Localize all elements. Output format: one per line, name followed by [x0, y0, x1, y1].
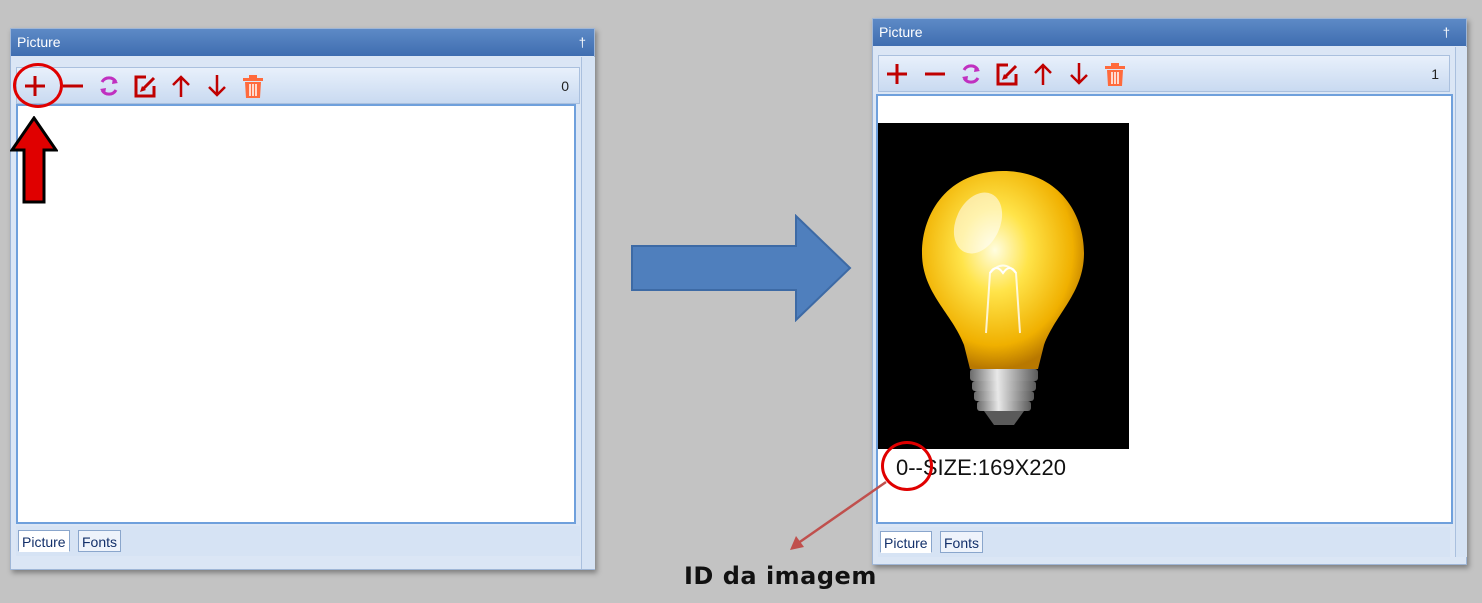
right-toolbar: 1: [878, 55, 1450, 92]
left-window-titlebar: Picture †: [11, 29, 594, 56]
light-bulb-icon: [922, 171, 1084, 425]
right-picture-window: Picture † 1 0--SIZE:169X220 Picture Font…: [872, 18, 1467, 565]
move-up-icon[interactable]: [169, 73, 193, 99]
left-window-title: Picture: [17, 34, 61, 50]
refresh-icon[interactable]: [97, 73, 121, 99]
move-down-icon[interactable]: [1067, 61, 1091, 87]
right-window-titlebar: Picture †: [873, 19, 1466, 46]
edit-icon[interactable]: [133, 73, 157, 99]
left-toolbar: 0: [16, 67, 580, 104]
tab-fonts[interactable]: Fonts: [940, 531, 984, 553]
left-picture-list[interactable]: [16, 104, 576, 524]
tab-picture[interactable]: Picture: [18, 530, 70, 552]
pin-icon[interactable]: †: [579, 29, 586, 56]
left-tabstrip: Picture Fonts: [16, 526, 580, 556]
right-window-title: Picture: [879, 24, 923, 40]
left-side-scroll-strip: [581, 57, 595, 569]
tab-fonts[interactable]: Fonts: [78, 530, 122, 552]
move-up-icon[interactable]: [1031, 61, 1055, 87]
add-button-highlight: [13, 63, 63, 108]
trash-icon[interactable]: [241, 73, 265, 99]
right-tabstrip: Picture Fonts: [878, 527, 1450, 557]
red-up-arrow-icon: [10, 116, 58, 204]
add-icon[interactable]: [885, 61, 909, 87]
trash-icon[interactable]: [1103, 61, 1127, 87]
right-side-scroll-strip: [1455, 47, 1467, 557]
remove-icon[interactable]: [61, 73, 85, 99]
picture-thumbnail[interactable]: [878, 123, 1129, 449]
picture-count: 0: [561, 78, 569, 94]
picture-count: 1: [1431, 66, 1439, 82]
big-right-arrow-icon: [631, 214, 852, 322]
move-down-icon[interactable]: [205, 73, 229, 99]
refresh-icon[interactable]: [959, 61, 983, 87]
left-picture-window: Picture † 0 Picture Fonts: [10, 28, 595, 570]
edit-icon[interactable]: [995, 61, 1019, 87]
right-picture-list[interactable]: 0--SIZE:169X220: [876, 94, 1453, 524]
pin-icon[interactable]: †: [1443, 19, 1450, 46]
remove-icon[interactable]: [923, 61, 947, 87]
image-id-label: ID da imagem: [684, 562, 877, 590]
pointer-arrow-icon: [790, 480, 887, 550]
